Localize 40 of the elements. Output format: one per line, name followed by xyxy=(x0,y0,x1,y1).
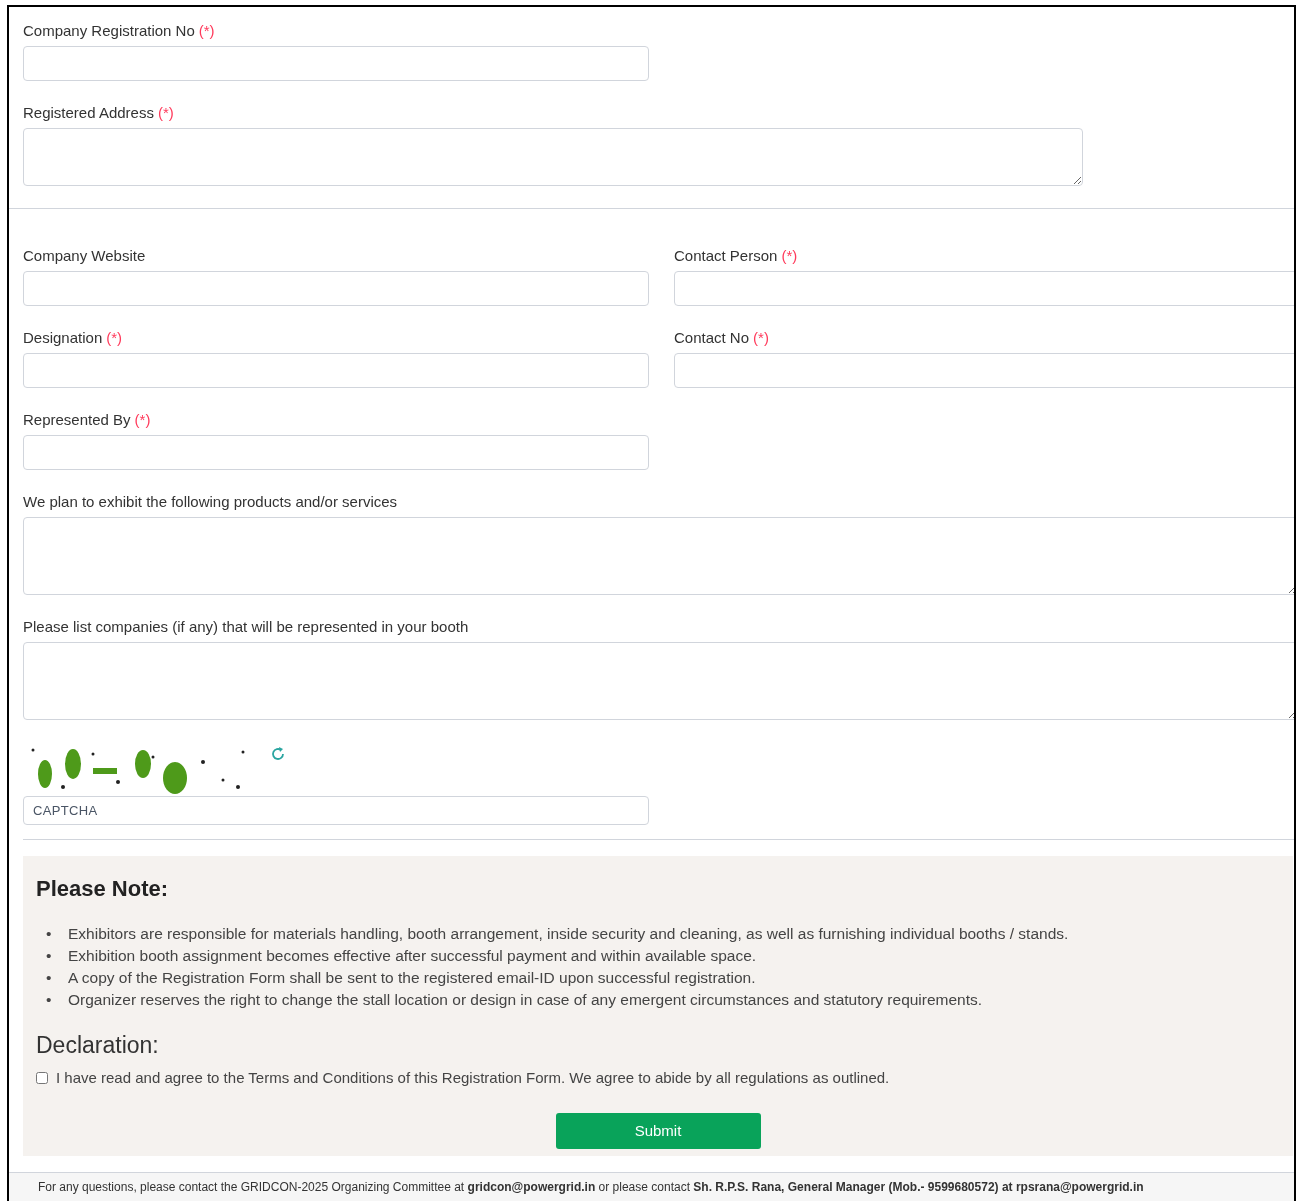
note-item: A copy of the Registration Form shall be sent to the registered email-ID upon successful registration. xyxy=(68,968,756,988)
agree-checkbox[interactable] xyxy=(36,1071,48,1084)
field-label: We plan to exhibit the following products and/or services xyxy=(23,492,398,512)
note-heading: Please Note: xyxy=(36,875,170,903)
footer-text: For any questions, please contact the GRIDCON-2025 Organizing Committee at gridcon@powergrid.in or please contact Sh. R.P.S. Rana, General Manager (Mob.- 9599680572) at rpsrana@powergrid.in xyxy=(38,1179,1145,1196)
input-field[interactable] xyxy=(23,46,649,81)
input-field[interactable] xyxy=(23,435,649,470)
declaration-heading: Declaration: xyxy=(36,1031,160,1060)
bullet: • xyxy=(46,924,53,944)
required-mark: (*) xyxy=(134,410,151,430)
text-area[interactable] xyxy=(23,642,1294,720)
input-field[interactable] xyxy=(674,353,1294,388)
field-label: Please list companies (if any) that will be represented in your booth xyxy=(23,617,469,637)
bullet: • xyxy=(46,968,53,988)
required-mark: (*) xyxy=(753,328,769,348)
field-label: Registered Address xyxy=(23,103,154,123)
required-mark: (*) xyxy=(781,246,798,266)
note-item: Organizer reserves the right to change the stall location or design in case of any emergent circumstances and statutory requirements. xyxy=(68,990,983,1010)
required-mark: (*) xyxy=(198,21,215,41)
note-item: Exhibitors are responsible for materials handling, booth arrangement, inside security and cleaning, as well as furnishing individual booths / stands. xyxy=(68,924,1069,944)
note-item: Exhibition booth assignment becomes effective after successful payment and within available space. xyxy=(68,946,757,966)
field-label: Contact Person xyxy=(674,246,778,266)
field-label: Designation xyxy=(23,328,103,348)
field-label: Represented By xyxy=(23,410,131,430)
submit-button[interactable]: Submit xyxy=(555,1113,761,1149)
input-field[interactable] xyxy=(23,353,649,388)
agree-label: I have read and agree to the Terms and Conditions of this Registration Form. We agree to abide by all regulations as outlined. xyxy=(56,1067,890,1088)
text-area[interactable] xyxy=(23,128,1083,186)
input-field[interactable] xyxy=(674,271,1294,306)
required-mark: (*) xyxy=(157,103,174,123)
field-label: Contact No xyxy=(674,328,750,348)
text-area[interactable] xyxy=(23,517,1294,595)
input-field[interactable] xyxy=(23,271,649,306)
required-mark: (*) xyxy=(106,328,123,348)
field-label: Company Registration No xyxy=(23,21,195,41)
field-label: Company Website xyxy=(23,246,146,266)
captcha-field[interactable]: CAPTCHA xyxy=(23,796,649,825)
bullet: • xyxy=(46,990,53,1010)
bullet: • xyxy=(46,946,53,966)
refresh-icon[interactable] xyxy=(269,745,287,763)
